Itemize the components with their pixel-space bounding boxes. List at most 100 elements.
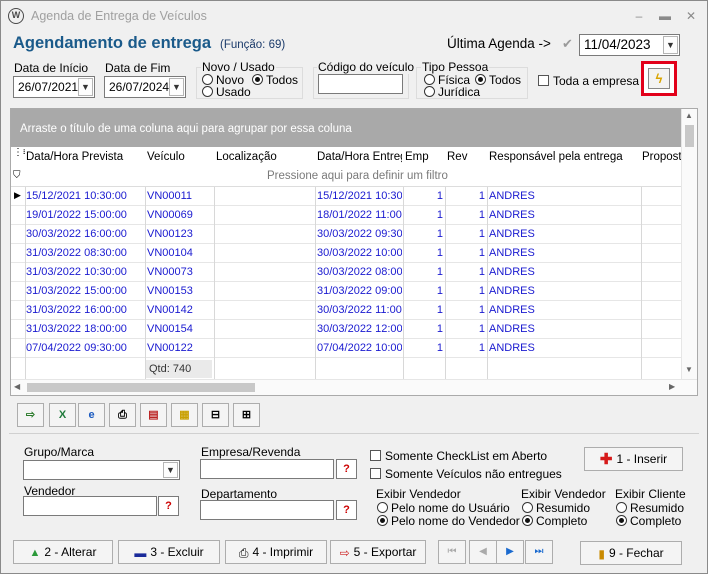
company-input[interactable] [200, 459, 334, 479]
only-not-delivered-checkbox[interactable] [370, 468, 381, 479]
table-row[interactable]: 31/03/2022 08:30:00 VN00104 30/03/2022 10:… [11, 244, 681, 263]
table-row[interactable]: 31/03/2022 16:00:00 VN00142 30/03/2022 11:… [11, 301, 681, 320]
last-agenda-date-select[interactable]: 11/04/2023 ▼ [579, 34, 680, 56]
whole-company-checkbox[interactable] [538, 75, 549, 86]
chevron-down-icon[interactable]: ▼ [663, 36, 678, 54]
prev-page-button[interactable]: ◀ [469, 540, 497, 564]
tree-view-icon[interactable]: ⊞ [233, 403, 260, 427]
start-date-picker[interactable]: 26/07/2021 ▼ [13, 76, 95, 98]
column-header-localizacao[interactable]: Localização [216, 147, 314, 167]
maximize-icon[interactable]: ▬ [655, 7, 675, 25]
whole-company-label: Toda a empresa [553, 74, 640, 88]
next-page-button[interactable]: ▶ [496, 540, 524, 564]
document-icon[interactable]: ▦ [171, 403, 198, 427]
column-header-emp[interactable]: Emp [405, 147, 443, 167]
grid-divider [214, 187, 215, 379]
group-brand-label: Grupo/Marca [24, 445, 95, 459]
table-row[interactable]: 30/03/2022 16:00:00 VN00123 30/03/2022 09:… [11, 225, 681, 244]
group-brand-select[interactable]: ▼ [23, 460, 180, 480]
table-cell-veic: VN00073 [147, 266, 193, 278]
company-lookup-button[interactable]: ? [336, 459, 357, 479]
export-button[interactable]: ⇨ 5 - Exportar [330, 540, 426, 564]
scroll-right-icon[interactable]: ▶ [669, 382, 675, 391]
end-date-picker[interactable]: 26/07/2024 ▼ [104, 76, 186, 98]
table-row[interactable]: 31/03/2022 18:00:00 VN00154 30/03/2022 12:… [11, 320, 681, 339]
column-header-entrega[interactable]: Data/Hora Entreg [317, 147, 402, 167]
table-row[interactable]: 19/01/2022 15:00:00 VN00069 18/01/2022 11:… [11, 206, 681, 225]
first-page-button[interactable]: ⏮ [438, 540, 466, 564]
column-header-prevista[interactable]: Data/Hora Prevista [26, 147, 144, 167]
table-cell-prev: 31/03/2022 10:30:00 [26, 266, 127, 278]
used-radio-label: Usado [216, 85, 251, 99]
column-header-responsavel[interactable]: Responsável pela entrega [489, 147, 641, 167]
table-cell-rev: 1 [478, 209, 485, 221]
table-cell-rev: 1 [478, 190, 485, 202]
department-lookup-button[interactable]: ? [336, 500, 357, 520]
export-arrow-icon[interactable]: ⇨ [17, 403, 44, 427]
show-seller2-label: Exibir Vendedor [521, 487, 606, 501]
legal-radio[interactable] [424, 86, 435, 97]
filter-row[interactable]: ⛉ Pressione aqui para definir um filtro [11, 167, 681, 187]
table-row[interactable]: ▶ 15/12/2021 10:30:00 VN00011 15/12/2021 10… [11, 187, 681, 206]
vehicle-code-input[interactable] [318, 74, 403, 94]
client-summary-radio[interactable] [616, 502, 627, 513]
scroll-up-icon[interactable]: ▲ [685, 111, 693, 120]
grid-divider [145, 187, 146, 379]
column-header-veiculo[interactable]: Veículo [147, 147, 213, 167]
person-all-radio[interactable] [475, 74, 486, 85]
table-cell-prev: 31/03/2022 08:30:00 [26, 247, 127, 259]
table-row[interactable]: 07/04/2022 09:30:00 VN00122 07/04/2022 10:… [11, 339, 681, 358]
by-user-name-radio[interactable] [377, 502, 388, 513]
seller-lookup-button[interactable]: ? [158, 496, 179, 516]
expand-rows-icon[interactable]: ⊟ [202, 403, 229, 427]
excel-icon[interactable]: X [49, 403, 76, 427]
group-by-hint: Arraste o título de uma coluna aqui para… [20, 123, 352, 135]
print-button[interactable]: ⎙ 4 - Imprimir [225, 540, 327, 564]
lookup-icon: ? [343, 504, 350, 516]
only-checklist-checkbox[interactable] [370, 450, 381, 461]
all-radio[interactable] [252, 74, 263, 85]
used-radio[interactable] [202, 86, 213, 97]
close-button[interactable]: ▮ 9 - Fechar [580, 541, 682, 565]
group-by-panel[interactable]: Arraste o título de uma coluna aqui para… [11, 109, 681, 147]
vertical-scrollbar[interactable]: ▲ ▼ [681, 109, 697, 379]
print-icon[interactable]: ⎙ [109, 403, 136, 427]
chevron-down-icon[interactable]: ▼ [163, 462, 178, 478]
browser-icon[interactable]: e [78, 403, 105, 427]
chevron-down-icon[interactable]: ▼ [78, 78, 93, 96]
table-row[interactable]: 31/03/2022 10:30:00 VN00073 30/03/2022 08:… [11, 263, 681, 282]
show-client-label: Exibir Cliente [615, 487, 686, 501]
table-cell-veic: VN00154 [147, 323, 193, 335]
delete-button[interactable]: ▬ 3 - Excluir [118, 540, 220, 564]
scroll-thumb[interactable] [27, 383, 255, 392]
new-radio[interactable] [202, 74, 213, 85]
column-chooser-icon[interactable]: ⋮≡ [13, 147, 25, 167]
deliveries-grid[interactable]: Arraste o título de uma coluna aqui para… [10, 108, 698, 396]
column-header-rev[interactable]: Rev [447, 147, 485, 167]
seller-summary-radio[interactable] [522, 502, 533, 513]
column-header-proposta[interactable]: Proposta [642, 147, 682, 167]
grid-divider [403, 187, 404, 379]
print-preview-icon[interactable]: ▤ [140, 403, 167, 427]
insert-button[interactable]: ✚ 1 - Inserir [584, 447, 683, 471]
table-cell-entreg: 18/01/2022 11:00 [317, 209, 402, 221]
minimize-icon[interactable]: – [629, 7, 649, 25]
scroll-left-icon[interactable]: ◀ [14, 382, 20, 391]
close-icon[interactable]: ✕ [681, 7, 701, 25]
client-complete-radio[interactable] [616, 515, 627, 526]
physical-radio[interactable] [424, 74, 435, 85]
seller-complete-radio[interactable] [522, 515, 533, 526]
last-page-button[interactable]: ⏭ [525, 540, 553, 564]
person-type-label: Tipo Pessoa [421, 60, 490, 74]
by-seller-name-radio[interactable] [377, 515, 388, 526]
chevron-down-icon[interactable]: ▼ [169, 78, 184, 96]
horizontal-scrollbar[interactable]: ◀ ▶ [11, 379, 697, 395]
scroll-thumb[interactable] [685, 125, 694, 147]
table-row[interactable]: 31/03/2022 15:00:00 VN00153 31/03/2022 09:… [11, 282, 681, 301]
scroll-down-icon[interactable]: ▼ [685, 365, 693, 374]
seller-input[interactable] [23, 496, 157, 516]
department-input[interactable] [200, 500, 334, 520]
refresh-button[interactable]: ϟ [641, 61, 677, 96]
alter-button[interactable]: ▲ 2 - Alterar [13, 540, 113, 564]
app-logo-icon: W [8, 8, 24, 24]
